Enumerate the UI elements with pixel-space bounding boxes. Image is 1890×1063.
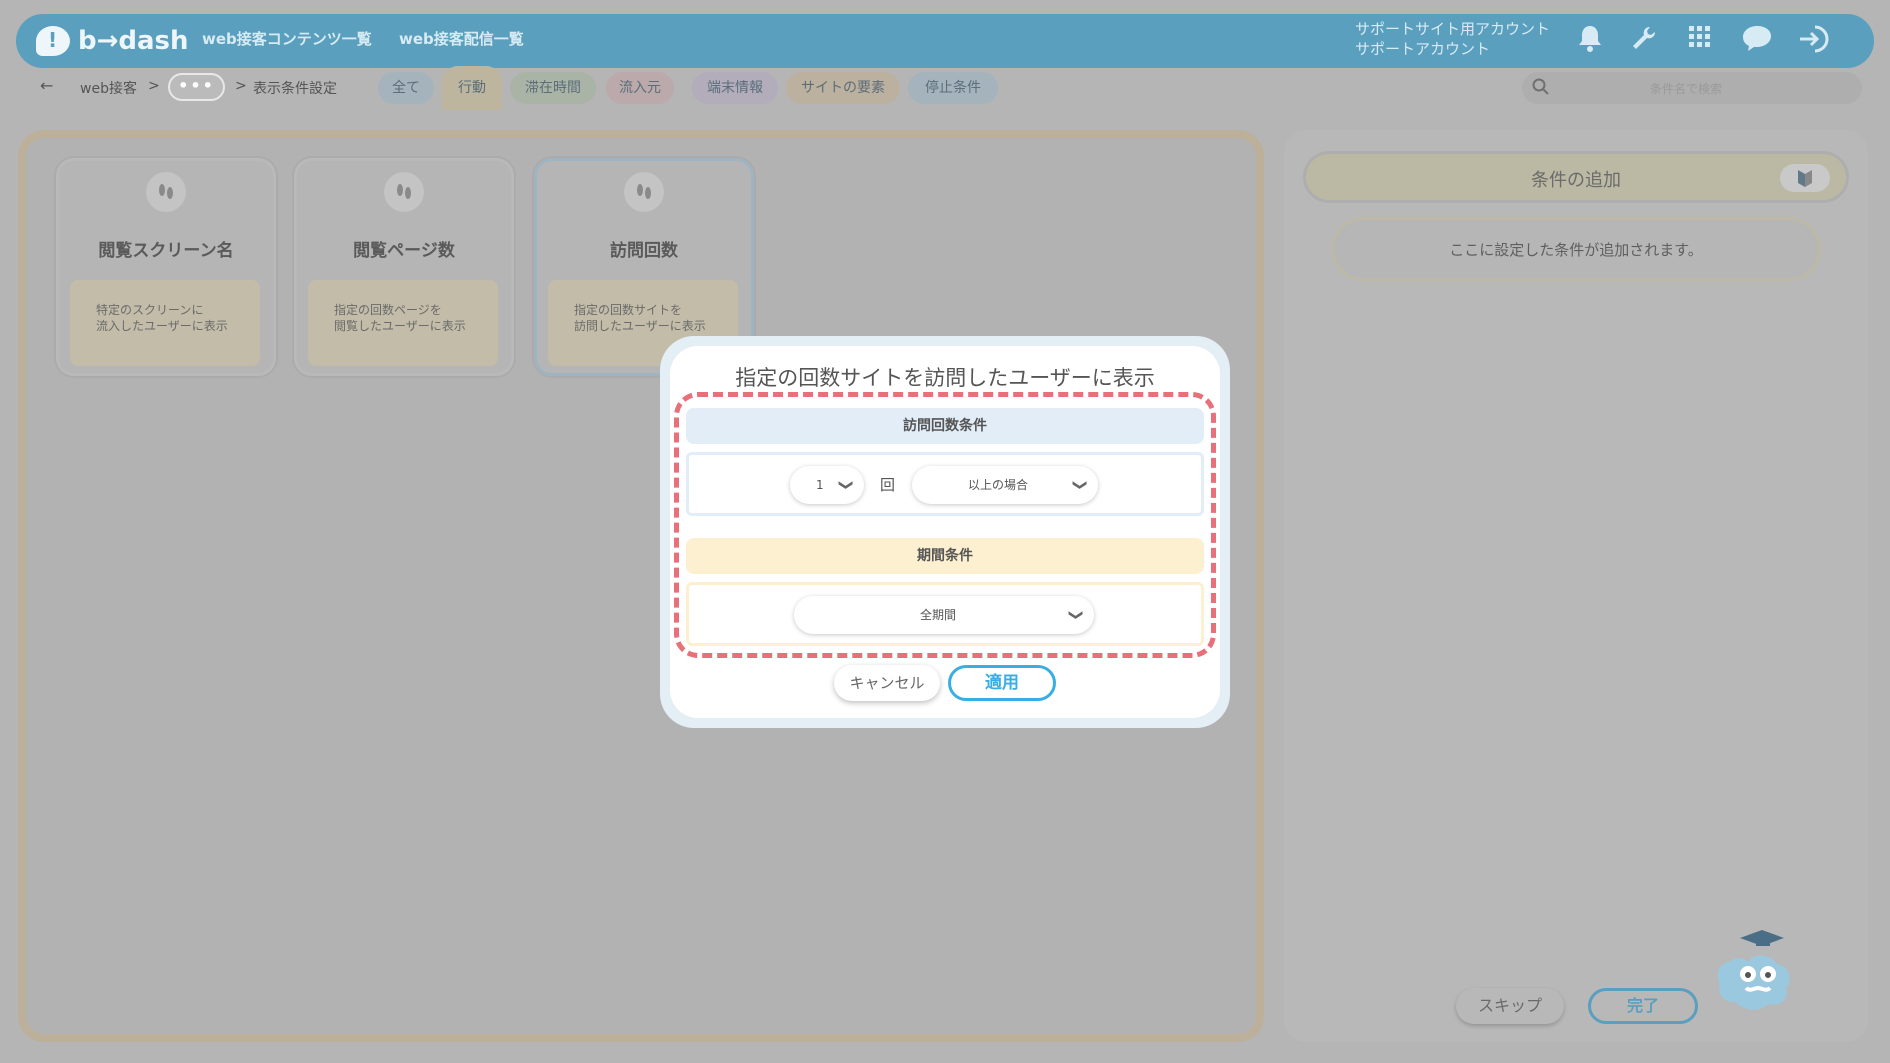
nav-delivery-list[interactable]: web接客配信一覧 [399,28,524,49]
dialog-title: 指定の回数サイトを訪問したユーザーに表示 [735,366,1155,390]
skip-button[interactable]: スキップ [1456,988,1564,1024]
period-select[interactable]: 全期間 ❯ [794,596,1094,634]
logout-icon[interactable] [1796,24,1830,58]
done-button[interactable]: 完了 [1588,988,1698,1024]
chevron-down-icon: ❯ [1068,609,1085,621]
count-unit-label: 回 [880,476,896,494]
beginner-mark-icon[interactable] [1780,164,1830,192]
account-sub: サポートアカウント [1355,40,1491,58]
comparison-value: 以上の場合 [968,478,1029,492]
breadcrumb-root[interactable]: web接客 [80,78,137,98]
card-desc-line: 訪問したユーザーに表示 [574,319,706,333]
search-placeholder: 条件名で検索 [1650,82,1723,96]
chevron-down-icon: ❯ [838,479,855,491]
card-title: 閲覧スクリーン名 [98,241,234,261]
card-desc-line: 閲覧したユーザーに表示 [334,319,466,333]
logo-text: b→dash [78,26,189,56]
search-icon [1532,78,1550,100]
card-desc-line: 特定のスクリーンに [96,303,204,317]
dropzone-placeholder: ここに設定した条件が追加されます。 [1449,241,1703,259]
visit-count-select[interactable]: 1 ❯ [790,466,864,504]
breadcrumb-separator: > [235,78,247,94]
nav-contents-list[interactable]: web接客コンテンツ一覧 [202,28,372,49]
period-value: 全期間 [920,608,957,622]
filter-chip-stop[interactable]: 停止条件 [908,72,998,104]
chevron-down-icon: ❯ [1072,479,1089,491]
account-info[interactable]: サポートサイト用アカウント サポートアカウント [1355,19,1550,59]
footprints-icon [384,172,424,212]
logo-bubble-icon [36,26,70,56]
apply-button[interactable]: 適用 [948,665,1056,701]
card-description: 指定の回数ページを 閲覧したユーザーに表示 [308,280,498,366]
breadcrumb-current: 表示条件設定 [253,81,337,97]
card-desc-line: 指定の回数ページを [334,303,442,317]
account-name: サポートサイト用アカウント [1355,20,1551,38]
cancel-button[interactable]: キャンセル [834,665,940,701]
footprints-icon [624,172,664,212]
footprints-icon [146,172,186,212]
card-title: 閲覧ページ数 [353,241,455,261]
breadcrumb-more-button[interactable]: ••• [168,73,225,101]
visit-count-value: 1 [816,478,824,492]
grid-icon[interactable] [1683,24,1717,58]
card-desc-line: 流入したユーザーに表示 [96,319,228,333]
breadcrumb-separator: > [148,78,160,94]
filter-chip-device[interactable]: 端末情報 [692,72,778,104]
visit-condition-header: 訪問回数条件 [686,408,1204,444]
mascot-icon[interactable] [1710,922,1810,1026]
filter-chip-stay-time[interactable]: 滞在時間 [510,72,596,104]
filter-chip-site-element[interactable]: サイトの要素 [786,72,900,104]
wrench-icon[interactable] [1627,24,1661,58]
card-desc-line: 指定の回数サイトを [574,303,683,317]
filter-chip-source[interactable]: 流入元 [606,72,674,104]
bell-icon[interactable] [1573,24,1607,58]
back-arrow-icon[interactable]: ← [40,76,53,95]
logo[interactable]: b→dash [36,21,189,61]
filter-chip-all[interactable]: 全て [378,72,434,104]
period-condition-header: 期間条件 [686,538,1204,574]
chat-icon[interactable] [1740,24,1774,58]
comparison-select[interactable]: 以上の場合 ❯ [912,466,1098,504]
add-condition-title: 条件の追加 [1531,170,1621,191]
card-title: 訪問回数 [610,241,678,261]
filter-chip-action[interactable]: 行動 [442,66,502,110]
card-description: 特定のスクリーンに 流入したユーザーに表示 [70,280,260,366]
